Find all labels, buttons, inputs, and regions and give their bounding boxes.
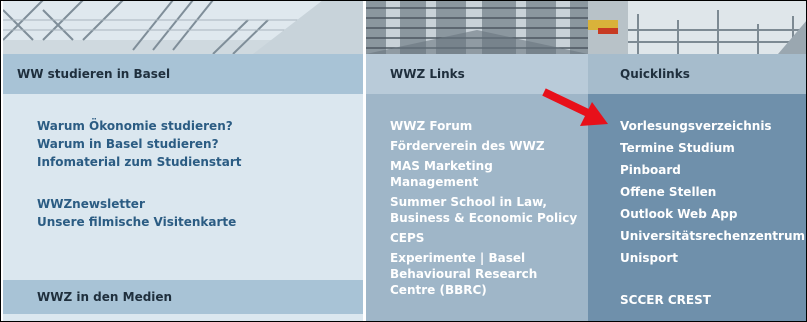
link-pinboard[interactable]: Pinboard [588,162,807,178]
column-header: WW studieren in Basel [3,54,363,94]
link-unisport[interactable]: Unisport [588,250,807,266]
banner-image-architecture-1 [3,0,363,54]
link-summer-school-line2[interactable]: Business & Economic Policy [366,210,588,226]
column-wwz-links: WWZ Links WWZ Forum Förderverein des WWZ… [366,0,588,322]
media-section-header[interactable]: WWZ in den Medien [3,280,363,314]
link-termine-studium[interactable]: Termine Studium [588,140,807,156]
link-experimente-line3[interactable]: Centre (BBRC) [366,282,588,298]
media-section-body [3,314,363,322]
banner-image-architecture-2 [366,0,588,54]
link-warum-basel[interactable]: Warum in Basel studieren? [3,136,363,152]
red-arrow-icon [542,88,608,126]
link-foerderverein[interactable]: Förderverein des WWZ [366,138,588,154]
link-warum-oekonomie[interactable]: Warum Ökonomie studieren? [3,118,363,134]
link-mas-marketing[interactable]: MAS Marketing [366,158,588,174]
column-header: Quicklinks [588,54,807,94]
link-summer-school[interactable]: Summer School in Law, [366,194,588,210]
link-sccer-crest[interactable]: SCCER CREST [588,292,807,308]
link-experimente-line2[interactable]: Behavioural Research [366,266,588,282]
link-universitaetsrechenzentrum[interactable]: Universitätsrechenzentrum [588,228,807,244]
column-quicklinks: Quicklinks Vorlesungsverzeichnis Termine… [588,0,807,322]
banner-image-architecture-3 [588,0,807,54]
link-visitenkarte[interactable]: Unsere filmische Visitenkarte [3,214,363,230]
link-outlook-web-app[interactable]: Outlook Web App [588,206,807,222]
link-ceps[interactable]: CEPS [366,230,588,246]
link-experimente[interactable]: Experimente | Basel [366,250,588,266]
link-vorlesungsverzeichnis[interactable]: Vorlesungsverzeichnis [588,118,807,134]
link-mas-marketing-line2[interactable]: Management [366,174,588,190]
column-ww-studieren: WW studieren in Basel Warum Ökonomie stu… [3,0,363,322]
link-wwznewsletter[interactable]: WWZnewsletter [3,196,363,212]
link-infomaterial[interactable]: Infomaterial zum Studienstart [3,154,363,170]
link-offene-stellen[interactable]: Offene Stellen [588,184,807,200]
